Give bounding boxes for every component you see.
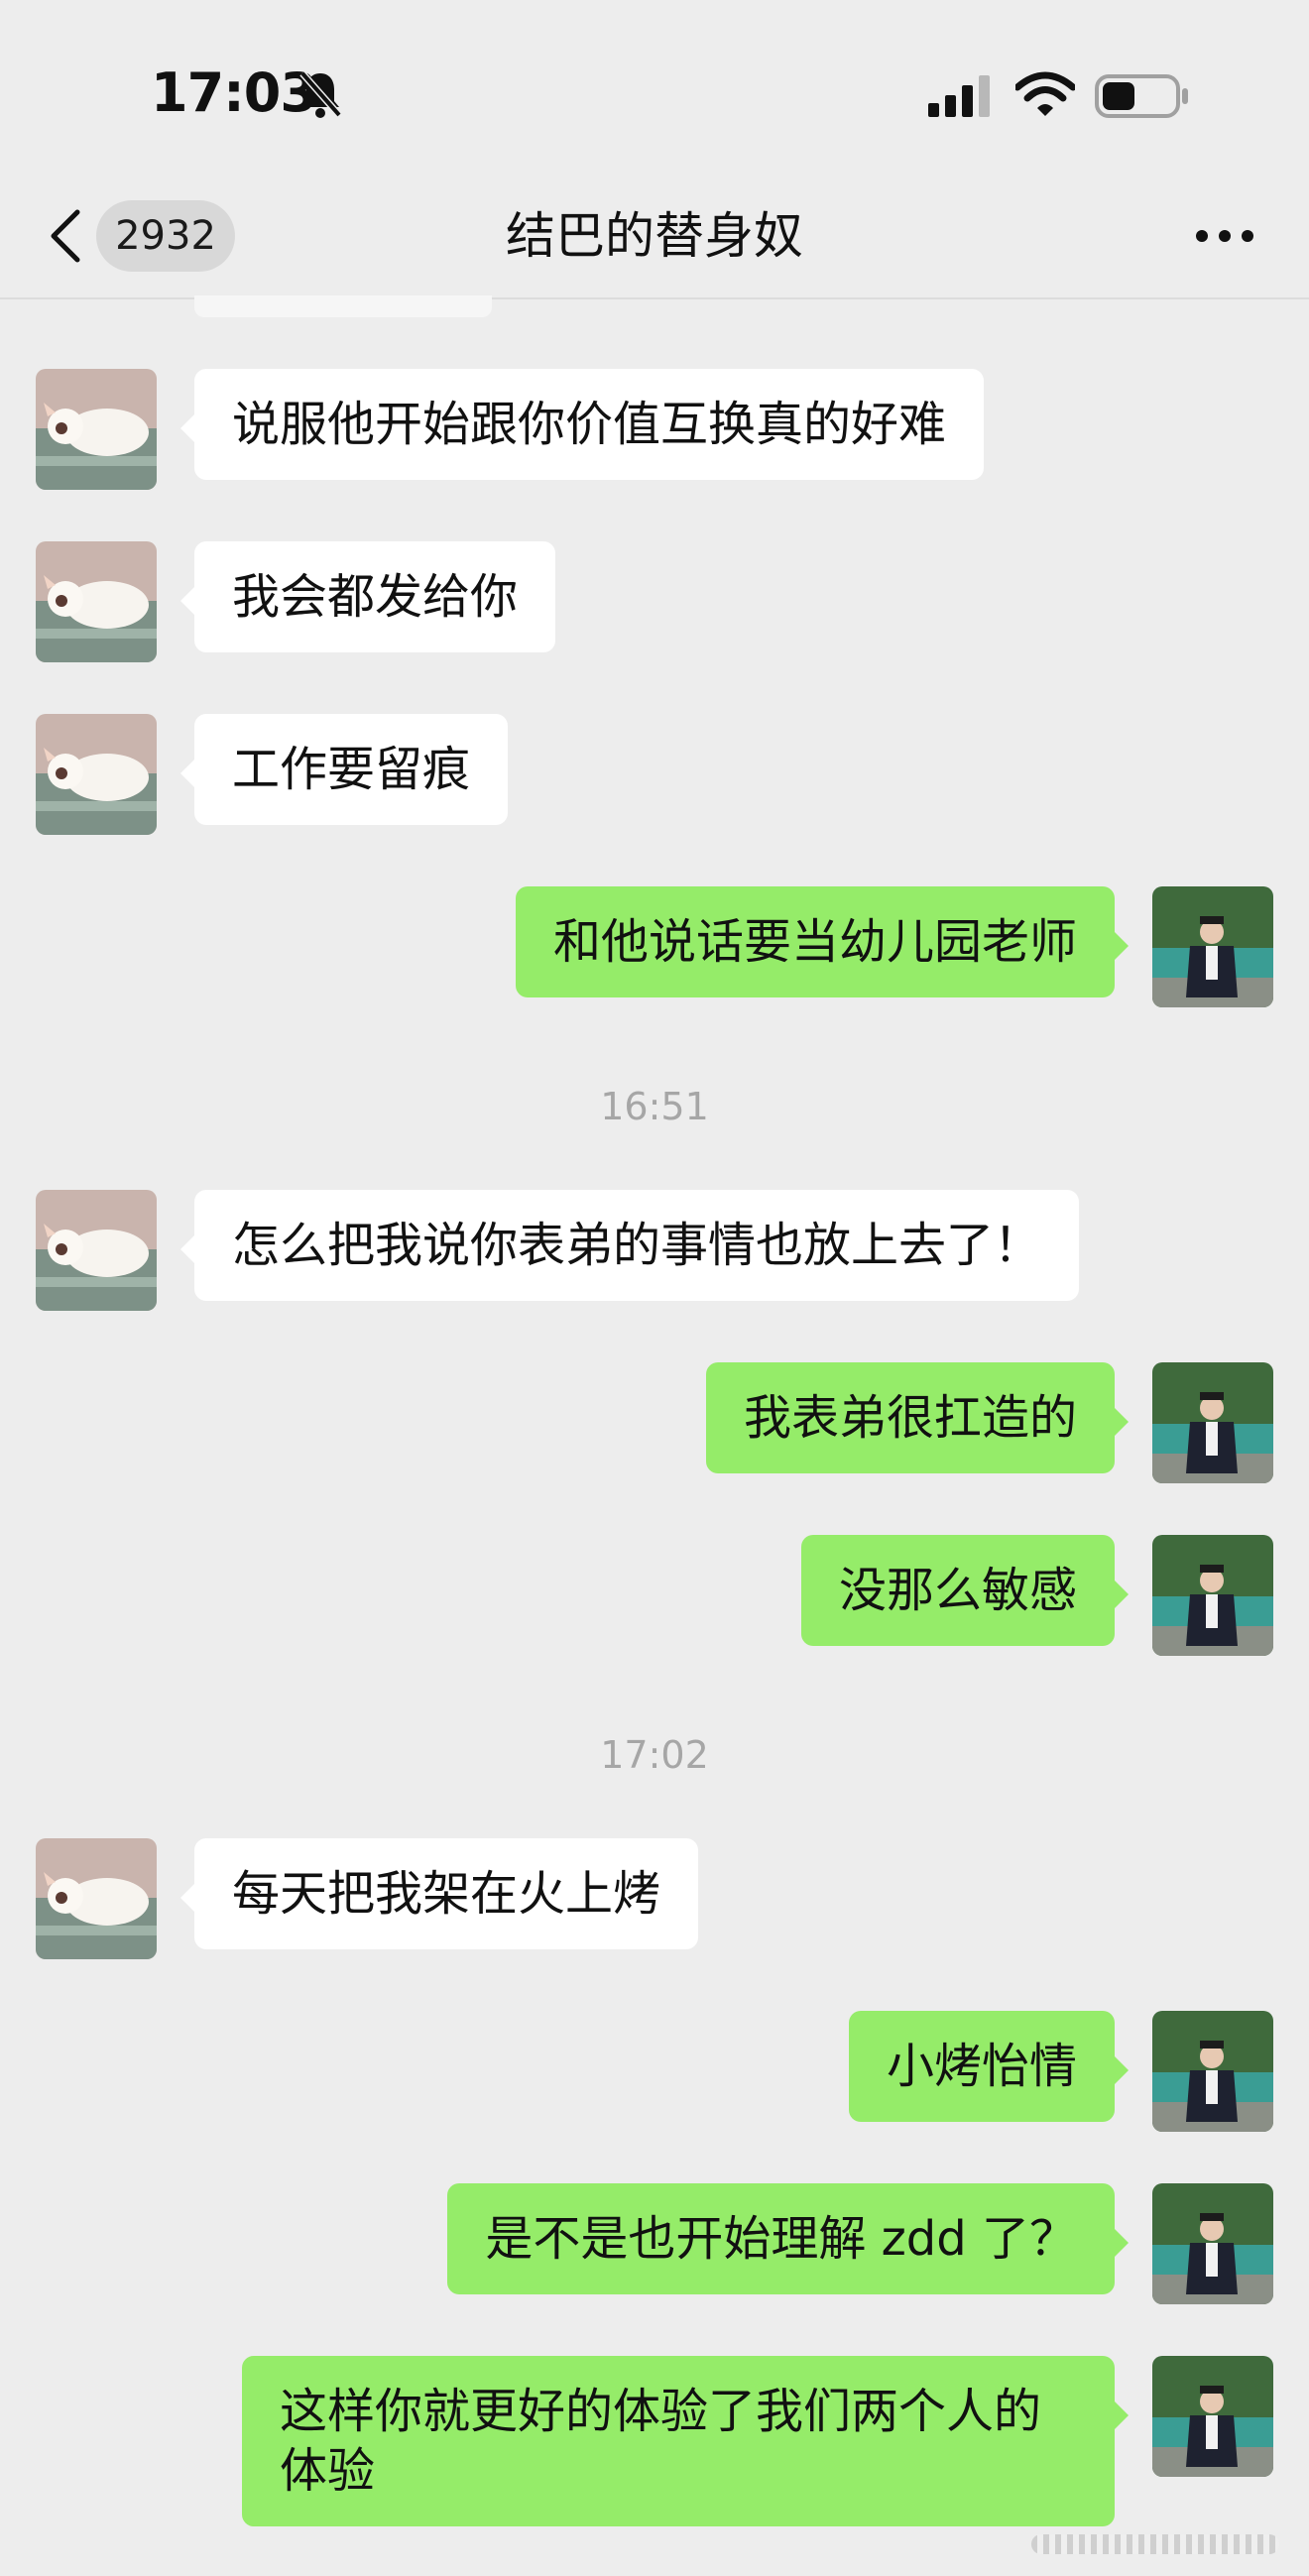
contact-avatar[interactable]: [36, 1838, 157, 1959]
outgoing-message-bubble[interactable]: 和他说话要当幼儿园老师: [515, 886, 1130, 997]
chat-header: 2932 结巴的替身奴: [0, 188, 1309, 299]
contact-avatar[interactable]: [36, 714, 157, 835]
outgoing-message-bubble[interactable]: 我表弟很扛造的: [705, 1362, 1130, 1473]
status-bar: 17:03: [0, 0, 1309, 188]
contact-avatar[interactable]: [36, 541, 157, 662]
contact-avatar[interactable]: [36, 369, 157, 490]
incoming-message-bubble[interactable]: 说服他开始跟你价值互换真的好难: [179, 369, 985, 480]
user-avatar[interactable]: [1152, 2183, 1273, 2304]
unread-count-badge[interactable]: 2932: [96, 200, 235, 272]
incoming-message-bubble[interactable]: 怎么把我说你表弟的事情也放上去了！: [179, 1190, 1080, 1301]
outgoing-message-bubble[interactable]: 小烤怡情: [848, 2011, 1130, 2122]
incoming-message-bubble[interactable]: 工作要留痕: [179, 714, 509, 825]
outgoing-message-bubble[interactable]: 没那么敏感: [800, 1535, 1130, 1646]
message-timestamp: 16:51: [600, 1085, 709, 1128]
battery-icon: [1095, 74, 1188, 118]
incoming-message-bubble[interactable]: 每天把我架在火上烤: [179, 1838, 699, 1949]
outgoing-message-bubble[interactable]: 是不是也开始理解 zdd 了？: [447, 2183, 1129, 2294]
partial-message-bubble: [194, 295, 492, 317]
user-avatar[interactable]: [1152, 1535, 1273, 1656]
outgoing-message-bubble[interactable]: 这样你就更好的体验了我们两个人的体验: [242, 2356, 1129, 2526]
incoming-message-bubble[interactable]: 我会都发给你: [179, 541, 556, 652]
user-avatar[interactable]: [1152, 2011, 1273, 2132]
message-timestamp: 17:02: [600, 1733, 709, 1777]
status-time: 17:03: [151, 61, 317, 124]
chevron-left-icon[interactable]: [48, 208, 83, 264]
more-icon[interactable]: [1190, 216, 1259, 256]
user-avatar[interactable]: [1152, 2356, 1273, 2477]
bell-slash-icon: [299, 70, 342, 118]
user-avatar[interactable]: [1152, 886, 1273, 1007]
home-indicator: [1031, 2534, 1279, 2554]
user-avatar[interactable]: [1152, 1362, 1273, 1483]
wifi-icon: [1015, 71, 1075, 116]
cellular-signal-icon: [928, 75, 990, 117]
contact-avatar[interactable]: [36, 1190, 157, 1311]
